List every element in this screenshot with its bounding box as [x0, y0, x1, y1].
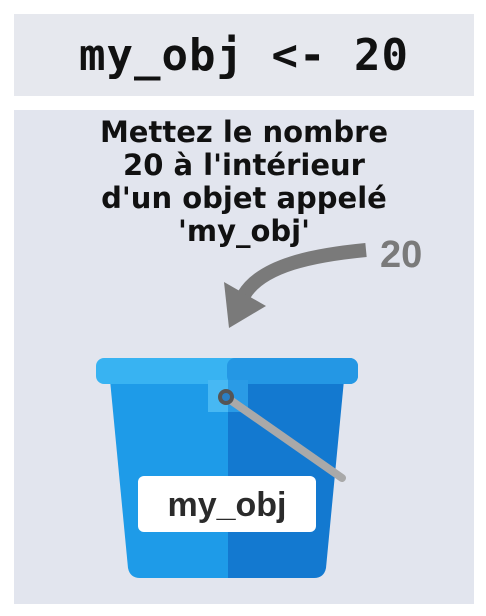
- illustration: 20 my_obj: [96, 234, 422, 578]
- code-box: my_obj <- 20: [14, 14, 474, 96]
- code-line: my_obj <- 20: [79, 29, 409, 81]
- illustration-panel: Mettez le nombre 20 à l'intérieur d'un o…: [14, 110, 474, 604]
- curved-arrow-icon: [224, 243, 367, 328]
- bucket-label: my_obj: [167, 486, 286, 524]
- arrow-value: 20: [380, 234, 422, 276]
- bucket-icon: [96, 358, 358, 578]
